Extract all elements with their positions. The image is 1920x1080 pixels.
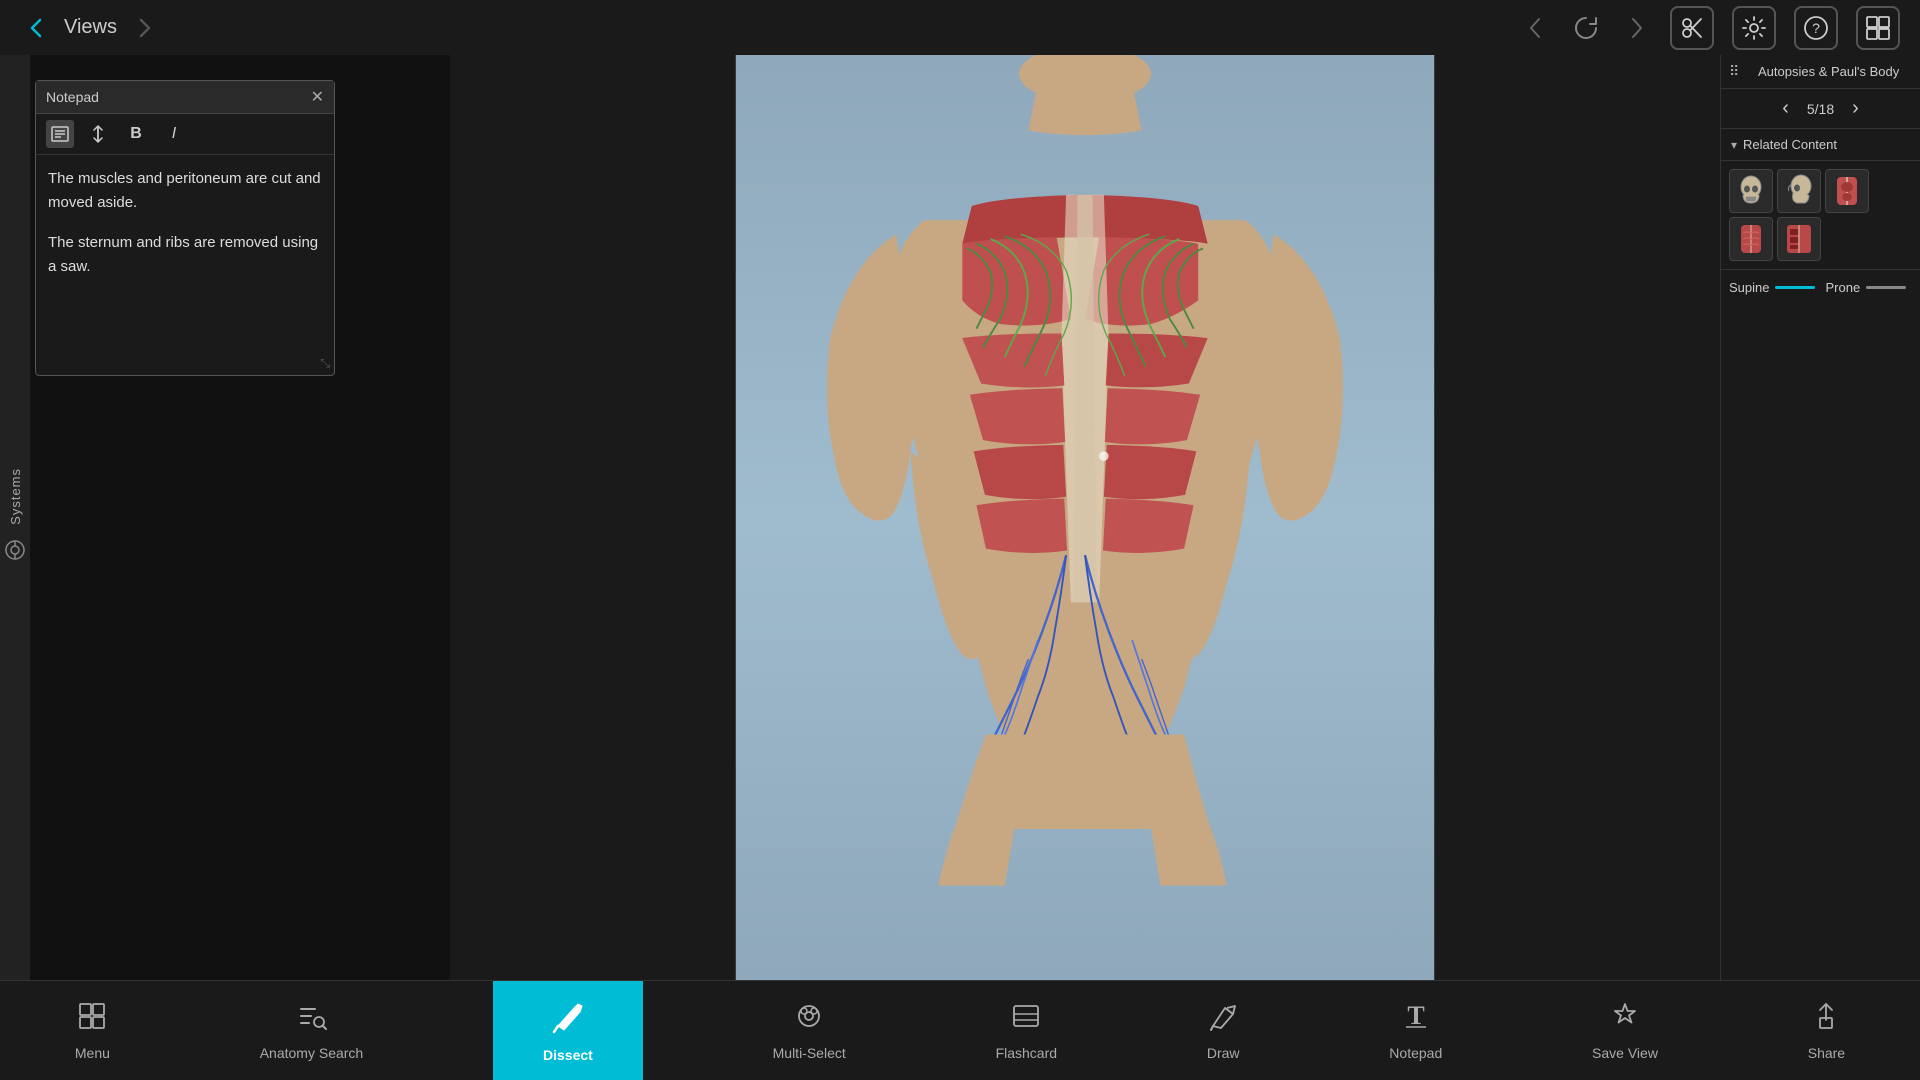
multi-select-label: Multi-Select [773,1045,846,1061]
thumbnail-torso-open[interactable] [1825,169,1869,213]
layout-button[interactable] [1856,6,1900,50]
right-panel: ⠿ Autopsies & Paul's Body ‹ 5/18 › ▾ Rel… [1720,55,1920,980]
help-button[interactable]: ? [1794,6,1838,50]
anatomy-figure [450,55,1720,980]
notepad-header: Notepad ✕ [36,81,334,114]
draw-label: Draw [1207,1045,1240,1061]
grid-icon: ⠿ [1729,63,1739,80]
anatomy-search-label: Anatomy Search [260,1045,364,1061]
dissect-label: Dissect [543,1047,593,1063]
draw-icon [1207,1000,1239,1039]
dissect-icon [550,998,586,1041]
notepad-resize-handle[interactable]: ⤡ [320,354,330,373]
main-viewport[interactable] [450,55,1720,980]
notepad-icon: T [1400,1000,1432,1039]
bottom-bar: Menu Anatomy Search Dissect [0,980,1920,1080]
flashcard-button[interactable]: Flashcard [976,1000,1077,1061]
multi-select-button[interactable]: Multi-Select [753,1000,866,1061]
anatomy-search-button[interactable]: Anatomy Search [240,1000,384,1061]
anatomy-search-icon [295,1000,327,1039]
notepad-button[interactable]: T Notepad [1369,1000,1462,1061]
dissect-button[interactable]: Dissect [493,981,643,1080]
chevron-down-icon: ▾ [1731,138,1737,152]
back-nav-icon[interactable] [20,12,52,44]
top-bar: Views [0,0,1920,55]
right-panel-header: ⠿ Autopsies & Paul's Body [1721,55,1920,89]
forward-nav-icon[interactable] [129,12,161,44]
notepad-bottom-label: Notepad [1389,1045,1442,1061]
related-content-label: Related Content [1743,137,1837,152]
flashcard-label: Flashcard [996,1045,1057,1061]
flashcard-icon [1010,1000,1042,1039]
resize-tool-button[interactable] [84,120,112,148]
italic-tool-button[interactable]: I [160,120,188,148]
settings-button[interactable] [1732,6,1776,50]
save-view-label: Save View [1592,1045,1658,1061]
reload-icon[interactable] [1570,12,1602,44]
notepad: Notepad ✕ B I The muscles and periton [35,80,335,376]
panel-title: Autopsies & Paul's Body [1745,64,1912,79]
prone-line [1866,286,1906,289]
supine-toggle[interactable]: Supine [1729,280,1815,295]
supine-line [1775,286,1815,289]
thumbnails-grid [1721,161,1920,270]
thumbnail-skull-front[interactable] [1729,169,1773,213]
menu-button[interactable]: Menu [55,1000,130,1061]
thumbnail-torso-detail[interactable] [1729,217,1773,261]
notepad-text-2: The sternum and ribs are removed using a… [48,231,322,279]
share-label: Share [1808,1045,1845,1061]
share-button[interactable]: Share [1788,1000,1865,1061]
top-bar-right: ? [1520,6,1900,50]
prone-label: Prone [1825,280,1860,295]
notepad-toolbar: B I [36,114,334,155]
views-label[interactable]: Views [64,16,117,39]
scissors-button[interactable] [1670,6,1714,50]
panel-next-button[interactable]: › [1846,95,1865,122]
save-view-button[interactable]: Save View [1572,1000,1678,1061]
save-view-icon [1609,1000,1641,1039]
text-tool-button[interactable] [46,120,74,148]
view-toggles: Supine Prone [1721,270,1920,305]
notepad-close-button[interactable]: ✕ [311,87,324,107]
supine-label: Supine [1729,280,1769,295]
prev-icon[interactable] [1520,12,1552,44]
bold-tool-button[interactable]: B [122,120,150,148]
draw-button[interactable]: Draw [1187,1000,1260,1061]
systems-icon[interactable] [4,539,26,567]
notepad-body[interactable]: The muscles and peritoneum are cut and m… [36,155,334,375]
notepad-text-1: The muscles and peritoneum are cut and m… [48,167,322,215]
notepad-title: Notepad [46,89,99,105]
systems-label: Systems [8,468,23,525]
prone-toggle[interactable]: Prone [1825,280,1906,295]
menu-icon [76,1000,108,1039]
related-content-header[interactable]: ▾ Related Content [1721,129,1920,161]
multi-select-icon [793,1000,825,1039]
share-icon [1810,1000,1842,1039]
page-counter: 5/18 [1799,101,1842,117]
top-bar-left: Views [20,12,161,44]
panel-nav-arrows: ‹ 5/18 › [1721,89,1920,129]
svg-text:?: ? [1812,20,1820,36]
panel-prev-button[interactable]: ‹ [1776,95,1795,122]
next-icon[interactable] [1620,12,1652,44]
thumbnail-skull-side[interactable] [1777,169,1821,213]
thumbnail-more[interactable] [1777,217,1821,261]
menu-label: Menu [75,1045,110,1061]
svg-text:T: T [1407,1001,1424,1030]
left-sidebar: Systems [0,55,30,980]
